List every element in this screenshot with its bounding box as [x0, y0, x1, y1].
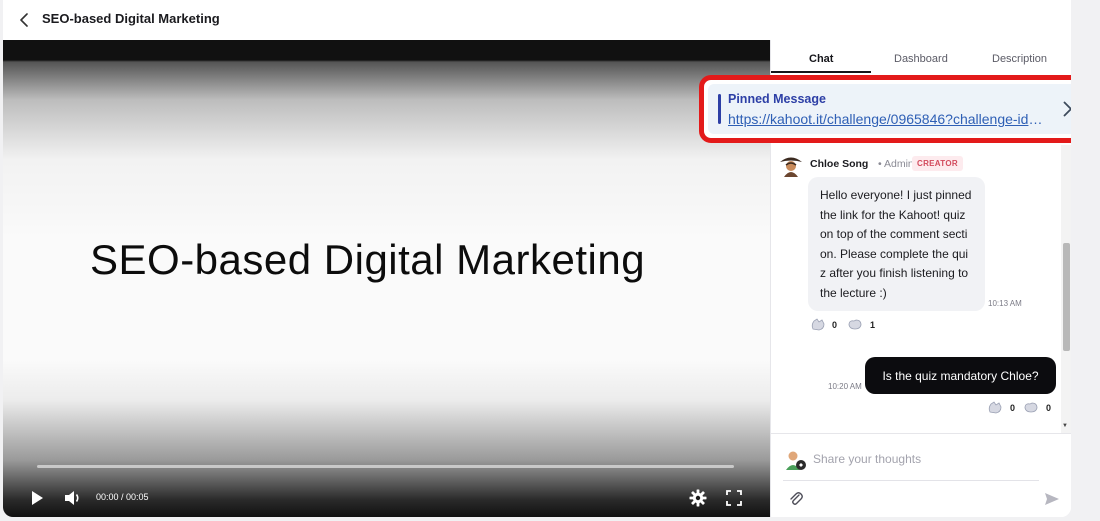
- creator-badge: CREATOR: [912, 156, 963, 171]
- page-title: SEO-based Digital Marketing: [42, 11, 220, 26]
- clap-icon[interactable]: [810, 317, 826, 331]
- pinned-message-highlight: Pinned Message https://kahoot.it/challen…: [699, 75, 1071, 143]
- heart-hands-icon[interactable]: [847, 317, 863, 331]
- composer-divider: [783, 480, 1039, 481]
- message-bubble-incoming: Hello everyone! I just pinned the link f…: [808, 177, 985, 311]
- author-role: • Admin: [878, 158, 914, 170]
- pinned-message-label: Pinned Message: [728, 92, 826, 106]
- reaction-count: 1: [870, 320, 876, 330]
- clap-icon[interactable]: [987, 400, 1003, 414]
- reaction-count: 0: [1010, 403, 1016, 413]
- panel-tabs: Chat Dashboard Description: [771, 40, 1071, 73]
- send-icon[interactable]: [1043, 490, 1061, 508]
- settings-button[interactable]: [687, 487, 709, 509]
- play-button[interactable]: [26, 487, 48, 509]
- top-bar: SEO-based Digital Marketing: [3, 0, 1071, 40]
- pinned-accent-bar: [718, 94, 721, 124]
- chevron-left-icon: [20, 13, 28, 27]
- scroll-down-arrow[interactable]: ▼: [1062, 423, 1068, 429]
- chat-composer: [771, 433, 1071, 517]
- video-progress-bar[interactable]: [37, 465, 734, 468]
- message-timestamp: 10:20 AM: [828, 382, 862, 391]
- close-icon: [1063, 101, 1071, 117]
- paperclip-icon[interactable]: [787, 490, 805, 508]
- video-player[interactable]: SEO-based Digital Marketing 00:00 / 00:0…: [3, 40, 770, 517]
- avatar: [779, 153, 803, 177]
- gear-icon: [689, 489, 707, 507]
- chat-scrollbar-thumb[interactable]: [1063, 243, 1070, 351]
- volume-icon: [65, 491, 79, 505]
- pirate-avatar-icon: [780, 157, 802, 177]
- message-timestamp: 10:13 AM: [988, 299, 1022, 308]
- active-tab-indicator: [771, 71, 871, 73]
- heart-hands-icon[interactable]: [1023, 400, 1039, 414]
- tab-chat[interactable]: Chat: [809, 53, 833, 65]
- video-time: 00:00 / 00:05: [96, 492, 149, 502]
- side-panel: Chat Dashboard Description ▼ Pinned Mess…: [699, 40, 1071, 517]
- chat-input[interactable]: [813, 450, 1043, 468]
- play-icon: [32, 491, 43, 505]
- tab-dashboard[interactable]: Dashboard: [894, 53, 948, 65]
- fullscreen-icon: [726, 490, 742, 506]
- volume-button[interactable]: [62, 487, 84, 509]
- fullscreen-button[interactable]: [723, 487, 745, 509]
- message-bubble-outgoing: Is the quiz mandatory Chloe?: [865, 357, 1056, 394]
- message-author[interactable]: Chloe Song: [810, 158, 868, 170]
- slide-title: SEO-based Digital Marketing: [90, 236, 646, 283]
- back-button[interactable]: [14, 10, 34, 30]
- pinned-message: Pinned Message https://kahoot.it/challen…: [708, 84, 1071, 134]
- close-pinned-button[interactable]: [1060, 98, 1071, 120]
- reaction-count: 0: [1046, 403, 1052, 413]
- app-frame: SEO-based Digital Marketing SEO-based Di…: [3, 0, 1071, 517]
- reaction-count: 0: [832, 320, 838, 330]
- pinned-message-link[interactable]: https://kahoot.it/challenge/0965846?chal…: [728, 111, 1044, 127]
- user-avatar-icon: [786, 451, 806, 470]
- tab-description[interactable]: Description: [992, 53, 1047, 65]
